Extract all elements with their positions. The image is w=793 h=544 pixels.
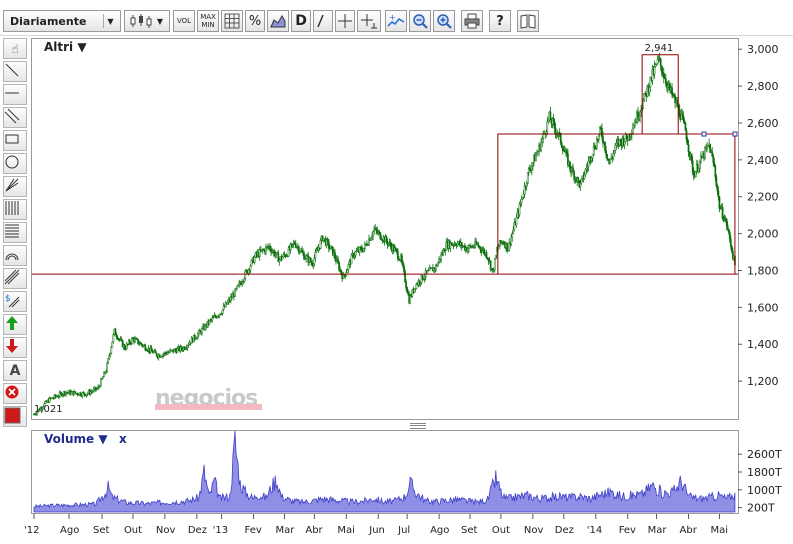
x-tick-label: Nov	[156, 525, 176, 536]
x-tick-label: Set	[461, 525, 478, 536]
x-tick-label: Fev	[245, 525, 262, 536]
x-tick-label: Out	[124, 525, 142, 536]
x-tick-label: Abr	[305, 525, 323, 536]
volume-y-tick-label: 1800T	[747, 466, 782, 479]
x-tick-label: Fev	[619, 525, 636, 536]
volume-area	[33, 430, 736, 513]
x-tick-label: Dez	[188, 525, 207, 536]
x-tick-label: Mai	[337, 525, 355, 536]
x-tick-label: Set	[93, 525, 110, 536]
volume-y-tick-label: 200T	[747, 502, 775, 515]
x-tick-label: Ago	[430, 525, 449, 536]
x-tick-label: '14	[587, 525, 602, 536]
x-tick-label: Mar	[275, 525, 295, 536]
x-tick-label: Ago	[60, 525, 79, 536]
volume-chart[interactable]: 2600T 1800T 1000T 200T '12 Ago Set Out Nov Dez '13…	[0, 0, 793, 544]
volume-y-tick-label: 2600T	[747, 448, 782, 461]
x-tick-label: Jun	[368, 525, 385, 536]
x-tick-label: Out	[492, 525, 510, 536]
x-tick-label: Nov	[524, 525, 544, 536]
x-tick-label: Jul	[397, 525, 410, 536]
x-tick-label: Mar	[648, 525, 668, 536]
x-tick-label: Dez	[555, 525, 574, 536]
x-tick-label: Mai	[710, 525, 728, 536]
volume-y-tick-label: 1000T	[747, 484, 782, 497]
x-tick-label: '12	[24, 525, 39, 536]
x-tick-label: Abr	[680, 525, 698, 536]
x-tick-label: '13	[213, 525, 228, 536]
